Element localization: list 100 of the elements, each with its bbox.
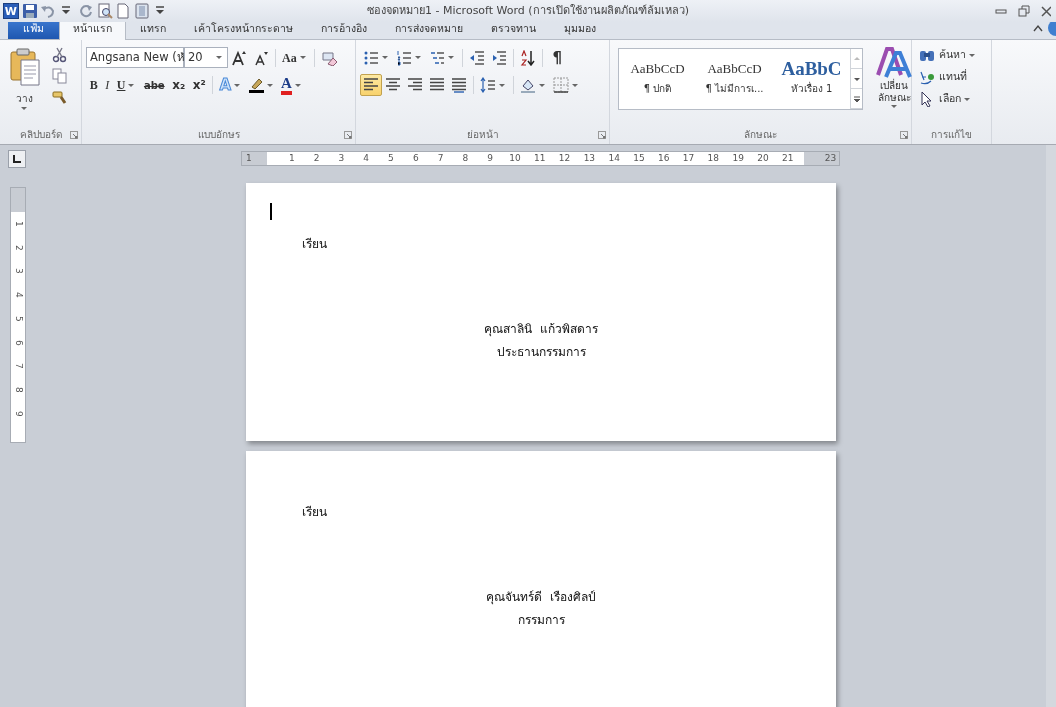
paste-button[interactable]: วาง <box>4 44 44 112</box>
shading-icon <box>520 77 536 94</box>
launcher-icon[interactable] <box>900 131 908 139</box>
ruler-number: 1 <box>246 151 252 165</box>
help-icon[interactable] <box>1048 20 1056 37</box>
group-label: การแก้ไข <box>931 129 972 140</box>
app-logo: W <box>2 3 19 19</box>
ruler-number: 7 <box>436 154 445 163</box>
collapse-ribbon-icon[interactable] <box>1032 24 1043 33</box>
ruler-number: 9 <box>486 154 495 163</box>
ruler-number: 21 <box>781 154 795 163</box>
clear-formatting-icon <box>320 49 337 66</box>
save-icon[interactable] <box>21 3 38 19</box>
gallery-more-icon[interactable] <box>852 94 861 103</box>
ruler-number: 4 <box>12 292 25 298</box>
sort-icon <box>520 49 536 66</box>
ribbon-tab[interactable]: ตรวจทาน <box>477 19 550 39</box>
shrink-font-icon <box>253 49 269 66</box>
ribbon-tab[interactable]: การอ้างอิง <box>307 19 381 39</box>
highlight-icon <box>248 77 264 94</box>
ruler-number: 1 <box>287 154 296 163</box>
ruler-number: 16 <box>657 154 671 163</box>
font-size-dropdown[interactable]: 20 <box>184 47 228 69</box>
ruler-number: 9 <box>12 410 25 417</box>
ruler-margin <box>11 188 25 212</box>
ribbon-tab[interactable]: การส่งจดหมาย <box>381 19 477 39</box>
ruler-number: 18 <box>706 154 721 163</box>
increase-indent-icon <box>491 49 507 66</box>
line-spacing-icon <box>480 77 496 94</box>
group-label: คลิปบอร์ด <box>19 129 62 140</box>
print-preview-icon[interactable] <box>96 3 113 19</box>
document-text: คุณจันทร์ดี เรืองศิลป์ <box>486 590 596 604</box>
scissors-icon[interactable] <box>52 46 68 63</box>
ruler-number: 8 <box>461 154 470 163</box>
document-text: กรรมการ <box>517 613 565 627</box>
window-title: ซองจดหมาย1 - Microsoft Word (การเปิดใช้งานผลิตภัณฑ์ล้มเหลว) <box>367 3 689 19</box>
close-icon[interactable] <box>1040 5 1051 17</box>
style-item[interactable]: AaBbCcD ¶ ปกติ <box>619 49 696 109</box>
numbering-icon <box>396 49 412 66</box>
ruler-number: 15 <box>632 154 646 163</box>
brush-icon[interactable] <box>52 89 68 106</box>
ruler-number: 13 <box>582 154 597 163</box>
format-button[interactable]: I <box>101 74 113 97</box>
ruler-number: 23 <box>824 151 837 165</box>
styles-icon <box>876 45 912 79</box>
new-document-icon[interactable] <box>115 3 132 19</box>
vertical-ruler[interactable]: 1 2 3 4 5 6 7 8 9 <box>10 187 26 443</box>
ruler-number: 2 <box>12 244 25 251</box>
ruler-number: 14 <box>607 154 621 163</box>
ruler-number: 3 <box>337 154 346 163</box>
ruler-number: 5 <box>387 154 395 163</box>
ribbon-tab[interactable]: มุมมอง <box>550 19 610 39</box>
ruler-number: 8 <box>12 386 25 393</box>
style-item[interactable]: AaBbCcD ¶ ไม่มีการเ... <box>696 49 773 109</box>
tab-stop-icon <box>11 153 23 165</box>
launcher-icon[interactable] <box>344 131 352 139</box>
restore-icon[interactable] <box>1017 5 1030 17</box>
ribbon-tab[interactable]: เค้าโครงหน้ากระดาษ <box>180 19 307 39</box>
ruler-number: 5 <box>12 315 25 322</box>
ruler-number: 4 <box>362 154 371 163</box>
multilevel-list-icon <box>429 49 445 66</box>
tab-selector[interactable] <box>8 150 26 168</box>
ruler-number: 6 <box>12 339 25 346</box>
borders-icon <box>553 77 569 94</box>
replace-button[interactable]: แทนที่ <box>916 66 980 88</box>
style-item[interactable]: AaBbC หัวเรื่อง 1 <box>773 49 850 109</box>
clipboard-icon <box>7 47 41 87</box>
document-text: ประธานกรรมการ <box>496 345 586 359</box>
ruler-number: 12 <box>557 154 572 163</box>
document-text: เรียน <box>302 505 327 519</box>
align-left-button[interactable] <box>360 74 382 97</box>
ruler-number: 1 <box>12 221 25 227</box>
select-button[interactable]: เลือก <box>916 88 980 110</box>
change-case-button[interactable]: Aa <box>279 46 311 69</box>
horizontal-ruler[interactable]: 1 1 2 3 4 5 6 7 8 9 10 11 12 13 14 15 16 17 18 19 20 21 23 <box>241 151 840 166</box>
change-styles-button[interactable]: เปลี่ยน ลักษณะ <box>869 44 919 114</box>
group-label: ลักษณะ <box>744 129 777 140</box>
group-label: แบบอักษร <box>197 129 240 140</box>
ruler-number: 3 <box>12 268 25 275</box>
ruler-number: 2 <box>312 154 321 163</box>
format-button[interactable]: x² <box>188 74 210 97</box>
distributed-icon <box>451 77 467 94</box>
launcher-icon[interactable] <box>70 131 78 139</box>
launcher-icon[interactable] <box>598 131 606 139</box>
format-button[interactable]: B <box>86 74 102 97</box>
ribbon-tab[interactable]: แทรก <box>126 19 180 39</box>
show-marks-button[interactable]: ¶ <box>546 46 569 69</box>
format-button[interactable]: abe <box>140 74 169 97</box>
font-color-button[interactable]: A <box>278 74 306 97</box>
grow-font-icon <box>231 49 247 66</box>
bullets-icon <box>363 49 379 66</box>
format-button[interactable]: U <box>113 74 141 97</box>
replace-icon <box>919 69 935 85</box>
font-name-dropdown[interactable]: Angsana New (หั <box>86 47 184 69</box>
ruler-number: 17 <box>681 154 696 163</box>
find-button[interactable]: ค้นหา <box>916 44 980 66</box>
format-button[interactable]: x₂ <box>168 74 189 97</box>
ruler-number: 10 <box>508 154 522 163</box>
ruler-number: 20 <box>756 154 770 163</box>
document-text: คุณสาลินิ แก้วพิสดาร <box>484 322 598 336</box>
